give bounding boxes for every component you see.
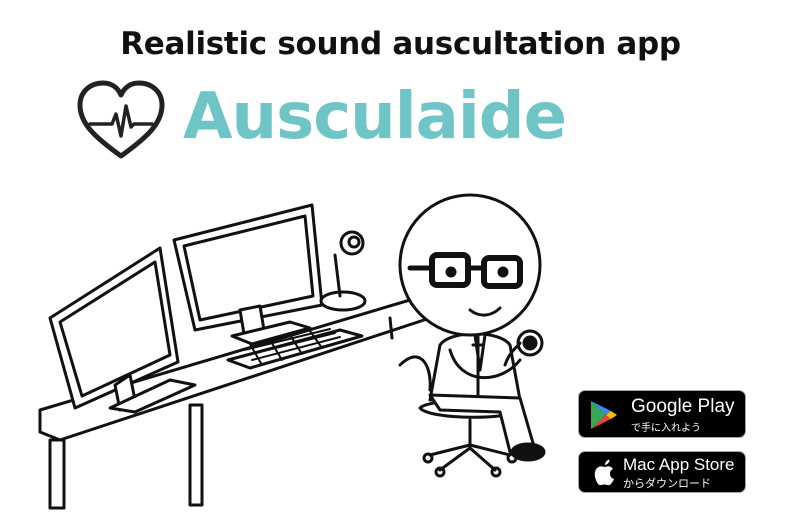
brand-name: Ausculaide	[183, 80, 567, 154]
mac-app-store-title: Mac App Store	[623, 455, 735, 474]
google-play-icon	[591, 401, 617, 429]
apple-icon	[594, 459, 614, 486]
mac-app-store-subtitle: からダウンロード	[623, 477, 711, 490]
heart-pulse-icon	[77, 80, 165, 159]
google-play-title: Google Play	[631, 396, 735, 417]
google-play-badge[interactable]: Google Play で手に入れよう	[578, 390, 746, 438]
mac-app-store-badge[interactable]: Mac App Store からダウンロード	[578, 451, 746, 493]
tagline: Realistic sound auscultation app	[120, 26, 681, 62]
google-play-subtitle: で手に入れよう	[631, 423, 701, 434]
